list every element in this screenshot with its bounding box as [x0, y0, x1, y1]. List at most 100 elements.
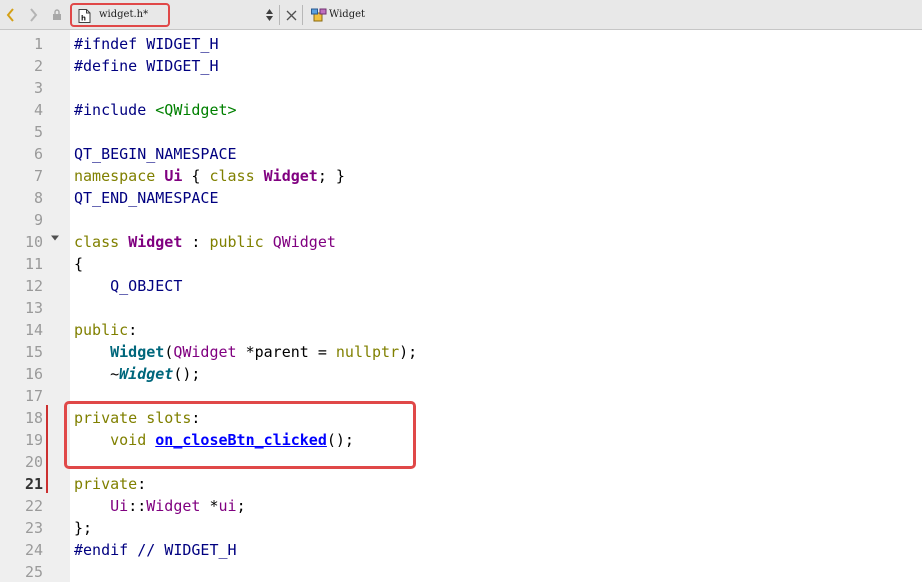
code-line[interactable]: Ui::Widget *ui;: [74, 495, 246, 517]
line-number[interactable]: 7: [0, 165, 43, 187]
code-line[interactable]: Widget(QWidget *parent = nullptr);: [74, 341, 417, 363]
code-line[interactable]: {: [74, 253, 83, 275]
line-number[interactable]: 23: [0, 517, 43, 539]
line-number[interactable]: 17: [0, 385, 43, 407]
line-number[interactable]: 22: [0, 495, 43, 517]
code-line[interactable]: namespace Ui { class Widget; }: [74, 165, 345, 187]
modified-lines-marker: [46, 405, 48, 493]
code-token: ~: [74, 365, 120, 383]
line-number[interactable]: 18: [0, 407, 43, 429]
code-token: ::: [128, 497, 147, 515]
code-token: Ui: [164, 167, 183, 185]
document-switch-button[interactable]: [262, 0, 276, 30]
code-token: };: [74, 519, 93, 537]
close-document-button[interactable]: [284, 0, 298, 30]
line-number[interactable]: 11: [0, 253, 43, 275]
code-token: Ui: [110, 497, 129, 515]
code-token: namespace: [74, 167, 156, 185]
file-name[interactable]: widget.h*: [99, 8, 148, 22]
updown-arrows-icon: [265, 9, 273, 21]
code-line[interactable]: public:: [74, 319, 137, 341]
line-number[interactable]: 25: [0, 561, 43, 583]
line-number[interactable]: 24: [0, 539, 43, 561]
code-token: class: [209, 167, 255, 185]
code-token: public: [209, 233, 264, 251]
line-number[interactable]: 14: [0, 319, 43, 341]
line-number[interactable]: 21: [0, 473, 43, 495]
code-token: {: [182, 167, 210, 185]
code-token: Widget: [146, 497, 201, 515]
code-token: private: [74, 475, 138, 493]
code-token: #endif // WIDGET_H: [74, 541, 237, 559]
line-number[interactable]: 5: [0, 121, 43, 143]
close-icon: [286, 10, 296, 20]
toolbar-separator: [302, 5, 303, 25]
code-line[interactable]: ~Widget();: [74, 363, 200, 385]
code-token: *: [200, 497, 219, 515]
svg-text:h: h: [81, 15, 86, 23]
code-token: <QWidget>: [155, 101, 237, 119]
line-number[interactable]: 19: [0, 429, 43, 451]
code-token: #ifndef WIDGET_H: [74, 35, 219, 53]
code-token: class: [74, 233, 120, 251]
line-number[interactable]: 10: [0, 231, 43, 253]
code-token: #define WIDGET_H: [74, 57, 219, 75]
code-token: Widget: [263, 167, 318, 185]
current-symbol[interactable]: Widget: [329, 8, 365, 22]
code-token: Q_OBJECT: [74, 277, 183, 295]
code-token: :: [137, 475, 147, 493]
header-file-icon: h: [78, 9, 91, 23]
code-line[interactable]: private:: [74, 473, 146, 495]
code-token: QT_BEGIN_NAMESPACE: [74, 145, 237, 163]
line-number[interactable]: 20: [0, 451, 43, 473]
code-token: Widget: [119, 365, 174, 383]
line-number[interactable]: 12: [0, 275, 43, 297]
line-number[interactable]: 8: [0, 187, 43, 209]
line-number[interactable]: 2: [0, 55, 43, 77]
back-button[interactable]: [2, 0, 20, 30]
chevron-right-icon: [30, 8, 38, 22]
line-number[interactable]: 16: [0, 363, 43, 385]
code-token: Widget: [128, 233, 183, 251]
line-number[interactable]: 13: [0, 297, 43, 319]
lock-icon: [53, 9, 61, 20]
line-number[interactable]: 15: [0, 341, 43, 363]
code-token: public: [74, 321, 129, 339]
code-token: ();: [173, 365, 201, 383]
code-line[interactable]: #ifndef WIDGET_H: [74, 33, 219, 55]
code-line[interactable]: QT_END_NAMESPACE: [74, 187, 219, 209]
code-line[interactable]: Q_OBJECT: [74, 275, 182, 297]
code-token: QT_END_NAMESPACE: [74, 189, 219, 207]
code-token: ;: [236, 497, 246, 515]
editor-toolbar: h widget.h* Widget: [0, 0, 922, 30]
code-token: {: [74, 255, 84, 273]
code-line[interactable]: #define WIDGET_H: [74, 55, 219, 77]
line-number[interactable]: 9: [0, 209, 43, 231]
class-symbol-icon: [311, 8, 327, 22]
code-line[interactable]: #endif // WIDGET_H: [74, 539, 237, 561]
code-token: (: [164, 343, 174, 361]
code-line[interactable]: class Widget : public QWidget: [74, 231, 336, 253]
forward-button[interactable]: [24, 0, 42, 30]
fold-arrow-icon[interactable]: [51, 234, 59, 242]
code-token: );: [399, 343, 418, 361]
code-line[interactable]: QT_BEGIN_NAMESPACE: [74, 143, 237, 165]
line-number[interactable]: 4: [0, 99, 43, 121]
code-token: #include: [74, 101, 156, 119]
code-token: QWidget: [272, 233, 336, 251]
line-number[interactable]: 6: [0, 143, 43, 165]
line-number[interactable]: 3: [0, 77, 43, 99]
code-line[interactable]: };: [74, 517, 92, 539]
code-token: :: [128, 321, 138, 339]
chevron-left-icon: [6, 8, 14, 22]
code-line[interactable]: #include <QWidget>: [74, 99, 237, 121]
line-number[interactable]: 1: [0, 33, 43, 55]
code-token: :: [182, 233, 210, 251]
lock-button[interactable]: [50, 0, 64, 30]
